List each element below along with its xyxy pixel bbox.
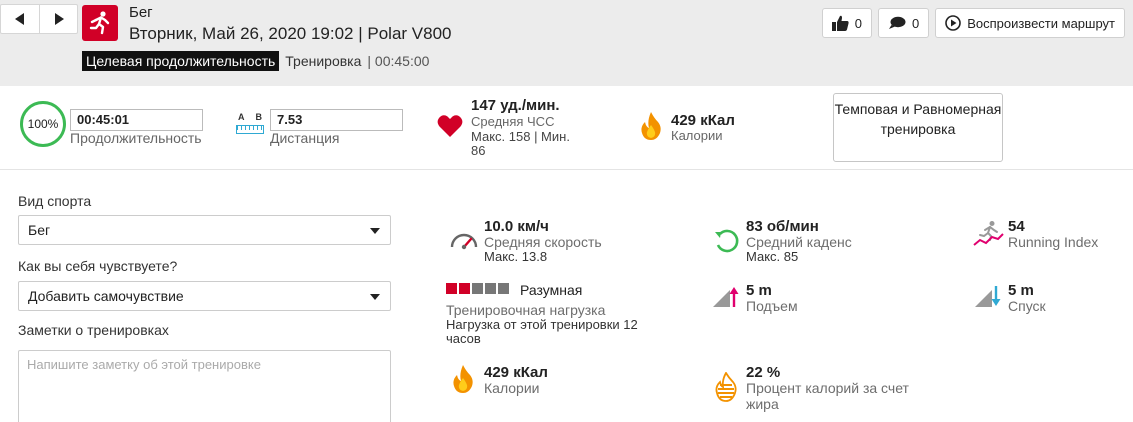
chevron-down-icon — [370, 294, 380, 300]
distance-point-b: B — [255, 112, 263, 122]
ascent-icon — [713, 287, 739, 307]
duration-label: Продолжительность — [70, 130, 202, 146]
training-tags: Целевая продолжительность Тренировка | 0… — [82, 51, 429, 71]
ascent-value: 5 m — [746, 282, 772, 299]
avg-cadence-label: Средний каденс — [746, 234, 852, 250]
triangle-right-icon — [54, 13, 64, 25]
training-benefit-button[interactable]: Темповая и Равномерная тренировка — [833, 93, 1003, 162]
replay-route-label: Воспроизвести маршрут — [967, 15, 1115, 31]
training-load-label: Тренировочная нагрузка — [446, 302, 606, 318]
training-load-bar — [498, 283, 509, 294]
avg-speed-label: Средняя скорость — [484, 234, 602, 250]
calories-value: 429 кКал — [671, 112, 735, 129]
training-load-bar — [485, 283, 496, 294]
calories-label: Калории — [671, 128, 723, 143]
target-completion-ring: 100% — [20, 101, 66, 147]
training-notes-label: Заметки о тренировках — [18, 322, 169, 338]
running-index-icon — [973, 221, 1004, 246]
hr-max-min: Макс. 158 | Мин. — [471, 129, 570, 144]
feeling-selected: Добавить самочувствие — [28, 288, 184, 304]
comment-button[interactable]: 0 — [877, 8, 930, 38]
flame-icon — [453, 365, 473, 393]
distance-point-a: A — [238, 112, 245, 122]
sport-type-select[interactable]: Бег — [18, 215, 391, 245]
fat-calories-value: 22 % — [746, 364, 781, 381]
sport-title: Бег — [129, 4, 153, 21]
avg-hr-value: 147 уд./мин. — [471, 97, 560, 114]
target-duration-label: | 00:45:00 — [367, 53, 430, 69]
cadence-icon — [715, 229, 739, 253]
avg-hr-label: Средняя ЧСС — [471, 114, 555, 129]
speedometer-icon — [450, 233, 478, 250]
avg-cadence-value: 83 об/мин — [746, 218, 819, 235]
distance-label: Дистанция — [270, 130, 340, 146]
sport-type-selected: Бег — [28, 222, 51, 238]
next-button[interactable] — [39, 5, 77, 33]
ascent-label: Подъем — [746, 298, 798, 314]
stats-calories-label: Калории — [484, 380, 540, 396]
duration-value: 00:45:01 — [70, 109, 203, 131]
training-load-value: Разумная — [520, 282, 583, 298]
running-index-value: 54 — [1008, 218, 1025, 235]
activity-header: Бег Вторник, Май 26, 2020 19:02 | Polar … — [0, 0, 1133, 86]
avg-speed-value: 10.0 км/ч — [484, 218, 549, 235]
fat-burn-icon — [715, 372, 737, 402]
comment-icon — [888, 16, 906, 29]
replay-route-button[interactable]: Воспроизвести маршрут — [935, 8, 1125, 38]
running-index-label: Running Index — [1008, 234, 1099, 250]
thumbs-up-icon — [831, 15, 849, 31]
prev-button[interactable] — [1, 5, 39, 33]
distance-ruler-icon: A B — [236, 112, 264, 138]
training-type-label: Тренировка — [285, 53, 362, 69]
training-load-bar — [446, 283, 457, 294]
like-button[interactable]: 0 — [821, 8, 872, 38]
chevron-down-icon — [370, 228, 380, 234]
running-sport-icon — [82, 5, 118, 41]
training-load-recovery: Нагрузка от этой тренировки 12 часов — [446, 317, 638, 346]
training-load-bar — [472, 283, 483, 294]
descent-label: Спуск — [1008, 298, 1046, 314]
feeling-select[interactable]: Добавить самочувствие — [18, 281, 391, 311]
descent-value: 5 m — [1008, 282, 1034, 299]
stats-calories-value: 429 кКал — [484, 364, 548, 381]
flame-icon — [641, 112, 661, 140]
header-actions: 0 0 Воспроизвести маршрут — [821, 8, 1125, 38]
distance-value: 7.53 — [270, 109, 403, 131]
training-load-bar — [459, 283, 470, 294]
descent-icon — [975, 286, 1001, 307]
max-speed-value: Макс. 13.8 — [484, 249, 548, 264]
target-type-badge: Целевая продолжительность — [82, 51, 280, 71]
activity-date-device: Вторник, Май 26, 2020 19:02 | Polar V800 — [129, 24, 452, 43]
heart-icon — [437, 115, 463, 137]
summary-strip: 100% 00:45:01 Продолжительность A B 7.53… — [0, 86, 1133, 170]
max-cadence-value: Макс. 85 — [746, 249, 799, 264]
training-notes-input[interactable] — [18, 350, 391, 422]
target-completion-percent: 100% — [27, 117, 59, 131]
nav-buttons — [0, 4, 78, 34]
comment-count: 0 — [911, 15, 920, 31]
feeling-label: Как вы себя чувствуете? — [18, 258, 178, 274]
hr-min-value: 86 — [471, 143, 486, 158]
training-load-bars — [446, 283, 509, 294]
sport-type-label: Вид спорта — [18, 193, 92, 209]
fat-calories-label: Процент калорий за счет жира — [746, 380, 909, 412]
triangle-left-icon — [15, 13, 24, 25]
like-count: 0 — [854, 15, 862, 31]
play-circle-icon — [945, 15, 961, 31]
